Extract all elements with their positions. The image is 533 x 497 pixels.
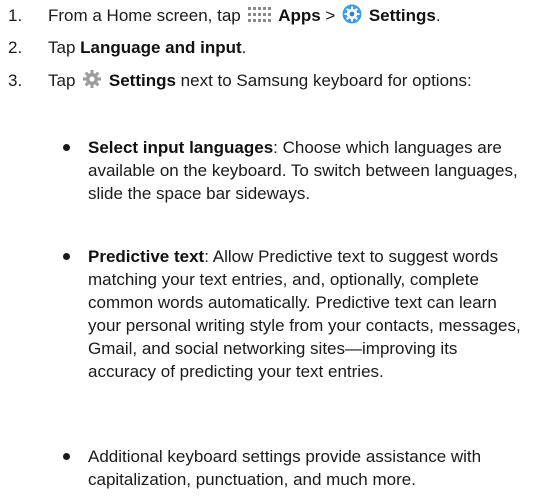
bullet-text: Predictive text: Allow Predictive text t…	[88, 247, 521, 381]
step-text: Tap Settings next to Samsung keyboard fo	[48, 69, 518, 95]
bullet-title: Select input languages	[88, 138, 274, 157]
step-number: 3.	[8, 71, 23, 90]
bullet-dot	[63, 253, 70, 260]
settings-label: Settings	[368, 6, 436, 25]
step-number: 2.	[8, 38, 23, 57]
bullet-text: Additional keyboard settings provide ass…	[88, 447, 482, 489]
settings-gear-icon	[342, 4, 362, 30]
instructions-page: 1. From a Home screen, tap Apps > Settin…	[0, 0, 533, 497]
gear-icon	[82, 69, 102, 95]
step-text: From a Home screen, tap Apps > Settings.	[48, 4, 518, 30]
apps-grid-icon	[247, 6, 272, 30]
bullet-dot	[63, 144, 70, 151]
language-and-input-label: Language and input	[80, 38, 242, 57]
bullet-dot	[63, 453, 70, 460]
apps-label: Apps	[278, 6, 321, 25]
settings-label: Settings	[108, 71, 176, 90]
step-number: 1.	[8, 6, 23, 25]
step-text: Tap Language and input.	[48, 38, 247, 57]
bullet-title: Predictive text	[88, 247, 205, 266]
bullet-text: Select input languages: Choose which lan…	[88, 138, 518, 203]
